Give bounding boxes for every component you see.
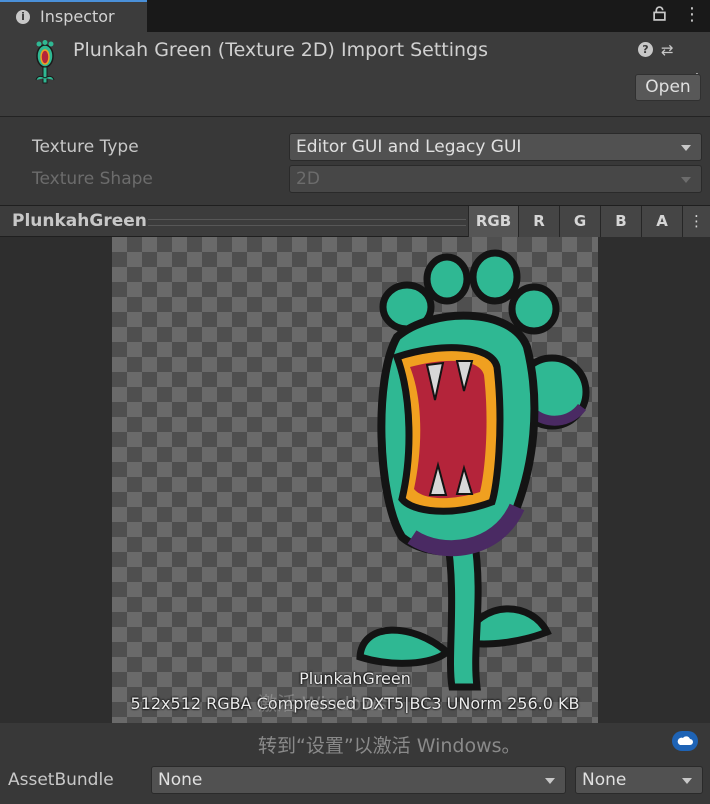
info-icon: i <box>16 10 30 24</box>
assetbundle-label: AssetBundle <box>8 770 114 790</box>
inspector-header: Plunkah Green (Texture 2D) Import Settin… <box>0 32 710 117</box>
activation-overlay: 激活 Windows <box>258 693 387 715</box>
tab-inspector[interactable]: i Inspector <box>0 0 147 32</box>
assetbundle-name-value: None <box>158 770 203 790</box>
assetbundle-variant-dropdown[interactable]: None <box>575 766 703 794</box>
lock-icon[interactable] <box>653 6 666 21</box>
channel-r-button[interactable]: R <box>518 206 559 237</box>
channel-b-button[interactable]: B <box>600 206 641 237</box>
assetbundle-variant-value: None <box>582 770 627 790</box>
preset-icon[interactable]: ⇄ <box>661 41 674 59</box>
chevron-down-icon <box>681 177 691 183</box>
texture-shape-dropdown: 2D <box>289 165 702 193</box>
chevron-down-icon <box>545 778 555 784</box>
texture-thumbnail <box>35 40 55 84</box>
plant-monster-image <box>356 249 590 691</box>
tab-menu-icon[interactable]: ⋮ <box>683 6 701 24</box>
assetbundle-name-dropdown[interactable]: None <box>151 766 566 794</box>
chevron-down-icon <box>681 145 691 151</box>
channel-rgb-button[interactable]: RGB <box>468 206 518 237</box>
texture-type-label: Texture Type <box>32 137 139 157</box>
texture-type-value: Editor GUI and Legacy GUI <box>296 137 522 157</box>
activation-watermark: 转到“设置”以激活 Windows。 <box>258 735 521 757</box>
transparency-checkerboard <box>112 237 598 723</box>
texture-shape-value: 2D <box>296 169 320 189</box>
tab-bar: i Inspector ⋮ <box>0 0 710 32</box>
preview-title: PlunkahGreen <box>12 211 147 231</box>
footer-panel: 转到“设置”以激活 Windows。 AssetBundle None None <box>0 723 710 804</box>
page-title: Plunkah Green (Texture 2D) Import Settin… <box>73 39 488 61</box>
open-button[interactable]: Open <box>635 74 701 101</box>
preview-toolbar: PlunkahGreen RGB R G B A ⋮ <box>0 205 710 237</box>
preview-menu-icon[interactable]: ⋮ <box>682 206 710 237</box>
cloud-icon[interactable] <box>672 731 698 751</box>
tab-label: Inspector <box>40 7 115 26</box>
texture-shape-label: Texture Shape <box>32 169 153 189</box>
texture-preview: PlunkahGreen 512x512 RGBA Compressed DXT… <box>0 237 710 723</box>
texture-type-dropdown[interactable]: Editor GUI and Legacy GUI <box>289 133 702 161</box>
chevron-down-icon <box>682 778 692 784</box>
preview-caption-name: PlunkahGreen <box>299 669 411 688</box>
resize-grip[interactable] <box>148 219 466 226</box>
channel-g-button[interactable]: G <box>559 206 600 237</box>
channel-a-button[interactable]: A <box>641 206 682 237</box>
help-icon[interactable]: ? <box>638 42 653 57</box>
